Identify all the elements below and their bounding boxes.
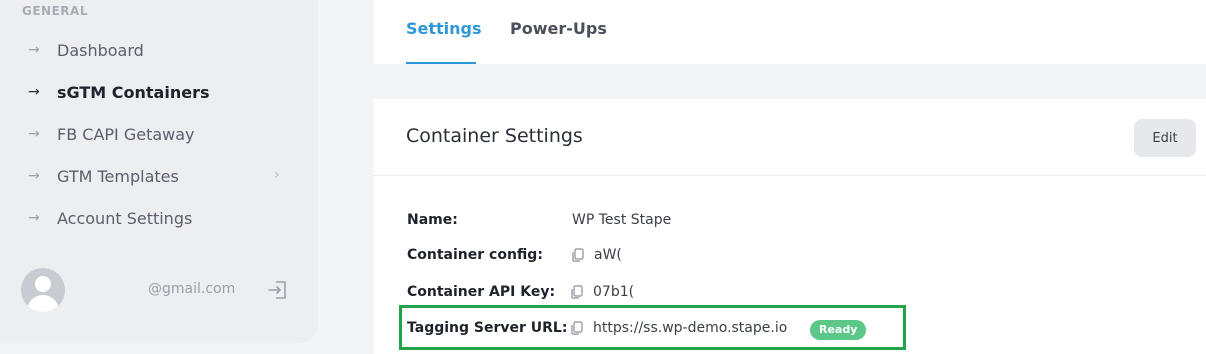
card-header: Container Settings Edit bbox=[374, 99, 1206, 176]
arrow-right-icon: → bbox=[28, 42, 40, 58]
card-title: Container Settings bbox=[406, 125, 583, 147]
tab-power-ups[interactable]: Power-Ups bbox=[510, 19, 607, 38]
sidebar-item-label: Account Settings bbox=[57, 208, 193, 228]
container-settings-card: Container Settings Edit Name: WP Test St… bbox=[374, 99, 1206, 354]
tagging-server-url-label: Tagging Server URL: bbox=[407, 320, 568, 336]
status-badge: Ready bbox=[810, 320, 867, 340]
arrow-right-icon: → bbox=[28, 126, 40, 142]
sidebar-item-fb-capi-getaway[interactable]: → FB CAPI Getaway bbox=[0, 119, 300, 149]
container-config-value: aW( bbox=[594, 247, 622, 263]
chevron-right-icon: › bbox=[274, 167, 280, 183]
tabs-bar: Settings Power-Ups bbox=[374, 0, 1206, 64]
tab-settings[interactable]: Settings bbox=[406, 19, 482, 38]
copy-icon[interactable] bbox=[571, 285, 583, 299]
name-label: Name: bbox=[407, 212, 458, 228]
arrow-right-icon: → bbox=[28, 168, 40, 184]
tagging-server-url-value[interactable]: https://ss.wp-demo.stape.io bbox=[593, 320, 787, 336]
edit-button[interactable]: Edit bbox=[1134, 119, 1196, 157]
sidebar: GENERAL → Dashboard → sGTM Containers → … bbox=[0, 0, 318, 343]
arrow-right-icon: → bbox=[28, 210, 40, 226]
container-api-key-label: Container API Key: bbox=[407, 284, 556, 300]
logout-icon[interactable] bbox=[267, 279, 289, 301]
sidebar-item-label: sGTM Containers bbox=[57, 82, 210, 102]
copy-icon[interactable] bbox=[572, 248, 584, 262]
user-profile: @gmail.com bbox=[0, 268, 318, 312]
sidebar-item-sgtm-containers[interactable]: → sGTM Containers bbox=[0, 77, 300, 107]
active-tab-indicator bbox=[406, 62, 476, 64]
sidebar-item-account-settings[interactable]: → Account Settings bbox=[0, 203, 300, 233]
sidebar-item-label: Dashboard bbox=[57, 40, 144, 60]
avatar-placeholder-icon[interactable] bbox=[21, 268, 65, 312]
arrow-right-icon: → bbox=[28, 84, 40, 100]
container-api-key-value: 07b1( bbox=[593, 284, 635, 300]
copy-icon[interactable] bbox=[571, 321, 583, 335]
user-email: @gmail.com bbox=[148, 281, 236, 297]
sidebar-item-dashboard[interactable]: → Dashboard bbox=[0, 35, 300, 65]
sidebar-item-label: GTM Templates bbox=[57, 166, 179, 186]
sidebar-item-label: FB CAPI Getaway bbox=[57, 124, 195, 144]
section-label-general: GENERAL bbox=[22, 4, 88, 18]
name-value: WP Test Stape bbox=[572, 212, 672, 228]
container-config-label: Container config: bbox=[407, 247, 543, 263]
sidebar-item-gtm-templates[interactable]: → GTM Templates › bbox=[0, 161, 300, 191]
